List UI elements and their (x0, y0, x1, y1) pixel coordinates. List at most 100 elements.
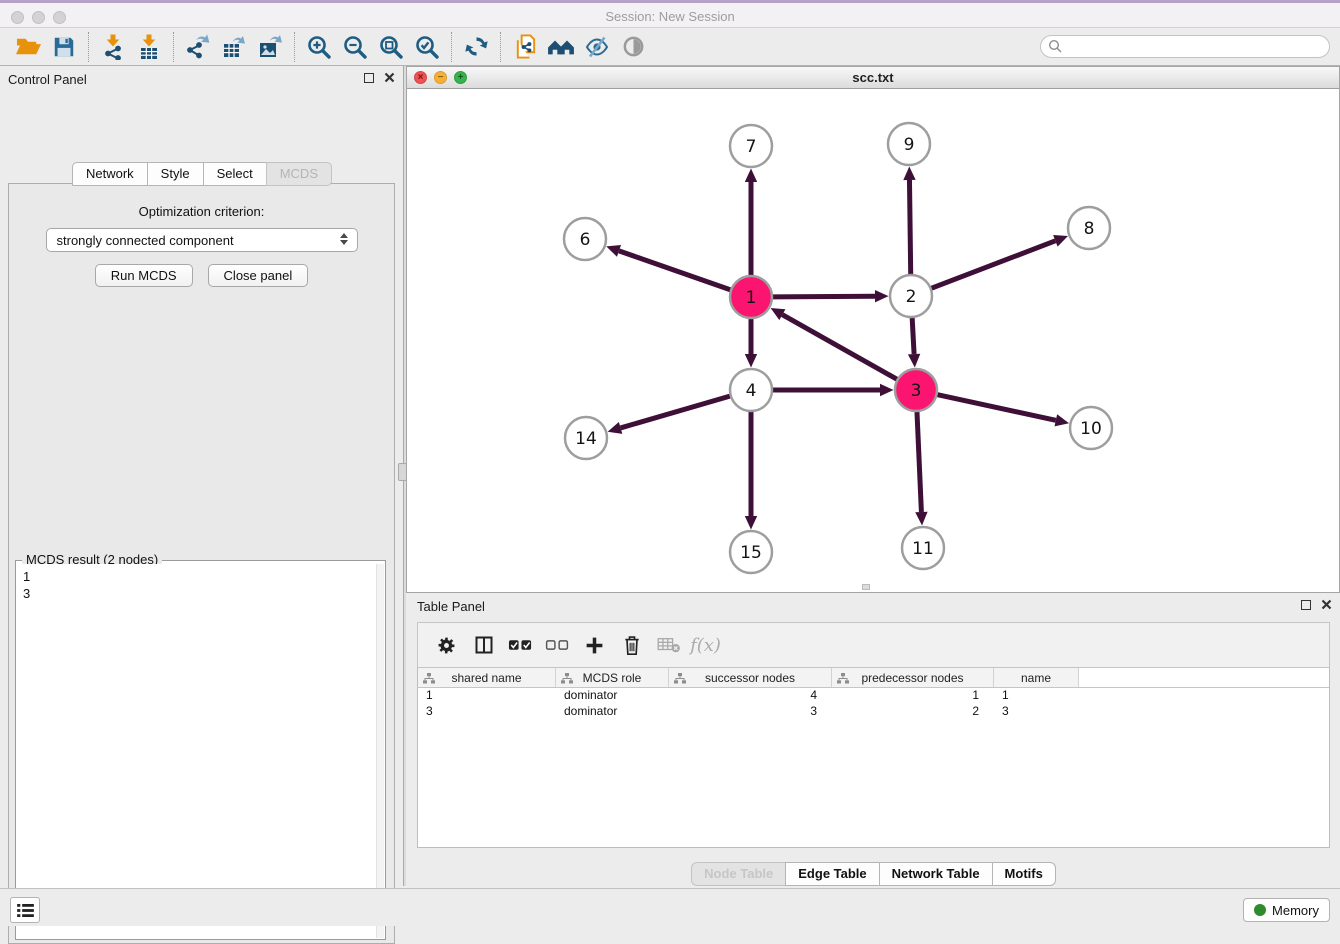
export-network-icon[interactable] (180, 31, 216, 63)
graph-edge-2-8[interactable] (932, 241, 1056, 288)
zoom-out-icon[interactable] (337, 31, 373, 63)
column-visibility-icon[interactable] (465, 627, 502, 663)
export-image-icon[interactable] (252, 31, 288, 63)
close-table-panel-icon[interactable] (1321, 599, 1332, 610)
mcds-panel: Optimization criterion: strongly connect… (8, 183, 395, 944)
graph-node-1[interactable]: 1 (730, 276, 772, 318)
column-type-icon (674, 673, 686, 684)
close-panel-icon[interactable] (384, 72, 395, 83)
open-session-icon[interactable] (10, 31, 46, 63)
graph-edge-3-1[interactable] (782, 315, 896, 380)
graph-node-6[interactable]: 6 (564, 218, 606, 260)
zoom-in-icon[interactable] (301, 31, 337, 63)
graph-edge-2-9[interactable] (909, 180, 910, 274)
graph-node-2[interactable]: 2 (890, 275, 932, 317)
graph-node-8[interactable]: 8 (1068, 207, 1110, 249)
graph-edge-1-6[interactable] (619, 251, 730, 290)
tab-select[interactable]: Select (203, 162, 267, 186)
show-all-icon (615, 31, 651, 63)
graph-edge-4-14[interactable] (621, 396, 730, 428)
cell-shared-name[interactable]: 1 (418, 688, 556, 704)
task-history-button[interactable] (10, 897, 40, 923)
cell-predecessor-nodes[interactable]: 2 (832, 704, 994, 720)
cell-name[interactable]: 3 (994, 704, 1079, 720)
graph-node-7[interactable]: 7 (730, 125, 772, 167)
tab-style[interactable]: Style (147, 162, 204, 186)
home-layout-icon[interactable] (543, 31, 579, 63)
graph-node-10[interactable]: 10 (1070, 407, 1112, 449)
save-session-icon[interactable] (46, 31, 82, 63)
graph-edge-3-11[interactable] (917, 412, 921, 512)
tab-mcds[interactable]: MCDS (266, 162, 332, 186)
tab-motifs[interactable]: Motifs (992, 862, 1056, 886)
table-settings-gear-icon[interactable] (428, 627, 465, 663)
graph-node-14[interactable]: 14 (565, 417, 607, 459)
function-builder-icon: f(x) (687, 627, 724, 663)
graph-edge-1-2[interactable] (773, 296, 875, 297)
graph-node-15[interactable]: 15 (730, 531, 772, 573)
copy-view-icon[interactable] (507, 31, 543, 63)
cell-successor-nodes[interactable]: 3 (669, 704, 832, 720)
import-network-icon[interactable] (95, 31, 131, 63)
add-column-icon[interactable] (576, 627, 613, 663)
column-header-shared-name[interactable]: shared name (418, 668, 556, 687)
graph-node-11[interactable]: 11 (902, 527, 944, 569)
table-row[interactable]: 3dominator323 (418, 704, 1329, 720)
svg-text:4: 4 (746, 381, 757, 401)
graph-node-4[interactable]: 4 (730, 369, 772, 411)
graph-edge-2-3[interactable] (912, 318, 914, 354)
table-panel-header: Table Panel (406, 593, 1340, 619)
svg-text:11: 11 (912, 539, 934, 559)
graph-node-3[interactable]: 3 (895, 369, 937, 411)
search-icon (1048, 39, 1063, 54)
svg-text:7: 7 (746, 137, 757, 157)
hide-selected-icon[interactable] (579, 31, 615, 63)
table-toolbar: f(x) (417, 622, 1330, 668)
search-input[interactable] (1040, 35, 1330, 58)
column-header-MCDS-role[interactable]: MCDS role (556, 668, 669, 687)
cell-successor-nodes[interactable]: 4 (669, 688, 832, 704)
export-table-icon[interactable] (216, 31, 252, 63)
optimization-criterion-select[interactable]: strongly connected component (46, 228, 358, 252)
svg-text:9: 9 (904, 135, 915, 155)
close-panel-button[interactable]: Close panel (208, 264, 309, 287)
float-table-panel-icon[interactable] (1301, 600, 1311, 610)
cell-shared-name[interactable]: 3 (418, 704, 556, 720)
zoom-fit-icon[interactable] (373, 31, 409, 63)
network-graph[interactable]: 7 9 6 8 1 2 4 3 14 10 15 11 (407, 89, 1340, 592)
zoom-selected-icon[interactable] (409, 31, 445, 63)
deselect-all-icon[interactable] (539, 627, 576, 663)
tab-network-table[interactable]: Network Table (879, 862, 993, 886)
cell-name[interactable]: 1 (994, 688, 1079, 704)
tab-network[interactable]: Network (72, 162, 148, 186)
svg-text:8: 8 (1084, 219, 1095, 239)
import-table-icon[interactable] (131, 31, 167, 63)
select-all-icon[interactable] (502, 627, 539, 663)
tab-node-table[interactable]: Node Table (691, 862, 786, 886)
column-header-successor-nodes[interactable]: successor nodes (669, 668, 832, 687)
column-header-predecessor-nodes[interactable]: predecessor nodes (832, 668, 994, 687)
result-scrollbar[interactable] (376, 564, 384, 938)
network-resize-grip[interactable] (862, 584, 870, 590)
memory-button[interactable]: Memory (1243, 898, 1330, 922)
mcds-result-text[interactable]: 1 3 (17, 564, 376, 938)
table-panel-tabs: Node TableEdge TableNetwork TableMotifs (406, 862, 1340, 886)
cell-predecessor-nodes[interactable]: 1 (832, 688, 994, 704)
column-header-name[interactable]: name (994, 668, 1079, 687)
table-row[interactable]: 1dominator411 (418, 688, 1329, 704)
mcds-result-group: MCDS result (2 nodes) 1 3 (15, 560, 386, 940)
optimization-criterion-label: Optimization criterion: (9, 204, 394, 219)
delete-column-trash-icon[interactable] (613, 627, 650, 663)
graph-node-9[interactable]: 9 (888, 123, 930, 165)
run-mcds-button[interactable]: Run MCDS (95, 264, 193, 287)
network-canvas[interactable]: 7 9 6 8 1 2 4 3 14 10 15 11 (407, 89, 1339, 592)
tab-edge-table[interactable]: Edge Table (785, 862, 879, 886)
float-panel-icon[interactable] (364, 73, 374, 83)
svg-text:6: 6 (580, 230, 591, 250)
graph-edge-3-10[interactable] (937, 395, 1055, 421)
network-title: scc.txt (407, 70, 1339, 85)
cell-MCDS-role[interactable]: dominator (556, 688, 669, 704)
network-window-titlebar: × − + scc.txt (407, 67, 1339, 89)
cell-MCDS-role[interactable]: dominator (556, 704, 669, 720)
refresh-view-icon[interactable] (458, 31, 494, 63)
